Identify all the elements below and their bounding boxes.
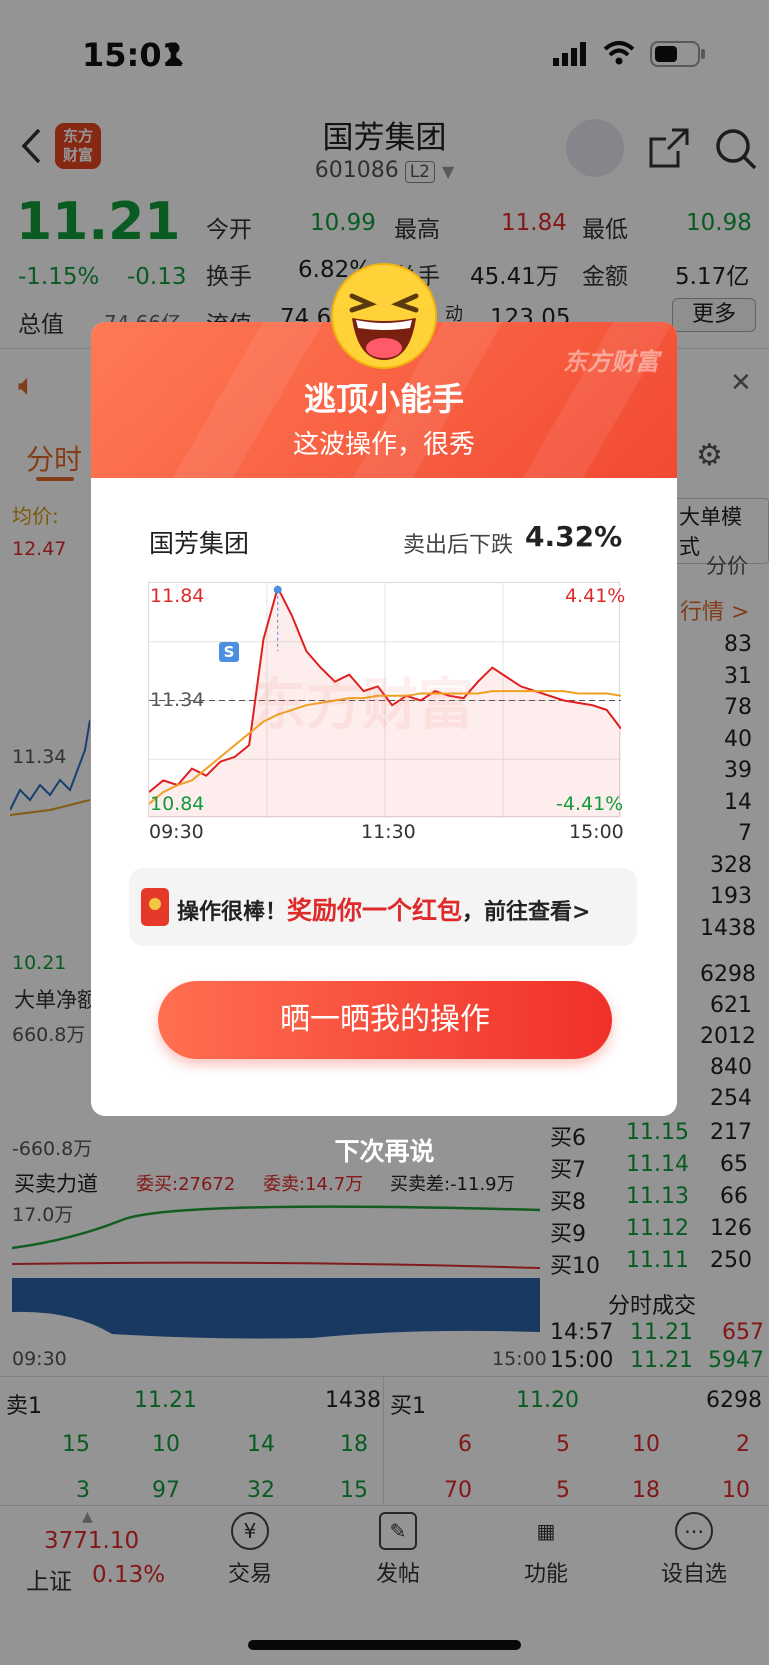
chart-x-start: 09:30 [149,821,204,843]
sell-marker: S [219,642,239,662]
dialog-subtitle: 这波操作，很秀 [292,430,475,460]
laughing-emoji-icon [331,263,437,369]
chart-pct-high-label: 4.41% [565,585,626,607]
chart-x-end: 15:00 [569,821,624,843]
red-packet-promo[interactable]: 操作很棒！奖励你一个红包，前往查看> [129,868,637,946]
promo-prefix: 操作很棒！ [177,900,288,925]
dismiss-later-button[interactable]: 下次再说 [0,1132,769,1168]
chart-watermark: 东方财富 [250,673,474,738]
result-value: 4.32% [525,520,623,553]
result-label: 卖出后下跌 [403,533,514,558]
stock-name: 国芳集团 [149,529,250,558]
chart-mid-label: 11.34 [150,689,205,711]
chart-x-mid: 11:30 [361,821,416,843]
chart-pct-low-label: -4.41% [556,793,624,815]
promo-text: 操作很棒！奖励你一个红包，前往查看> [177,891,590,927]
red-envelope-icon [141,888,169,926]
share-operation-button[interactable]: 晒一晒我的操作 [158,981,612,1059]
promo-highlight: 奖励你一个红包 [287,896,463,925]
brand-watermark: 东方财富 [563,348,659,376]
chart-high-label: 11.84 [150,585,205,607]
promo-suffix: ，前往查看> [462,900,591,925]
dialog-title: 逃顶小能手 [303,380,464,418]
chart-low-label: 10.84 [150,793,205,815]
